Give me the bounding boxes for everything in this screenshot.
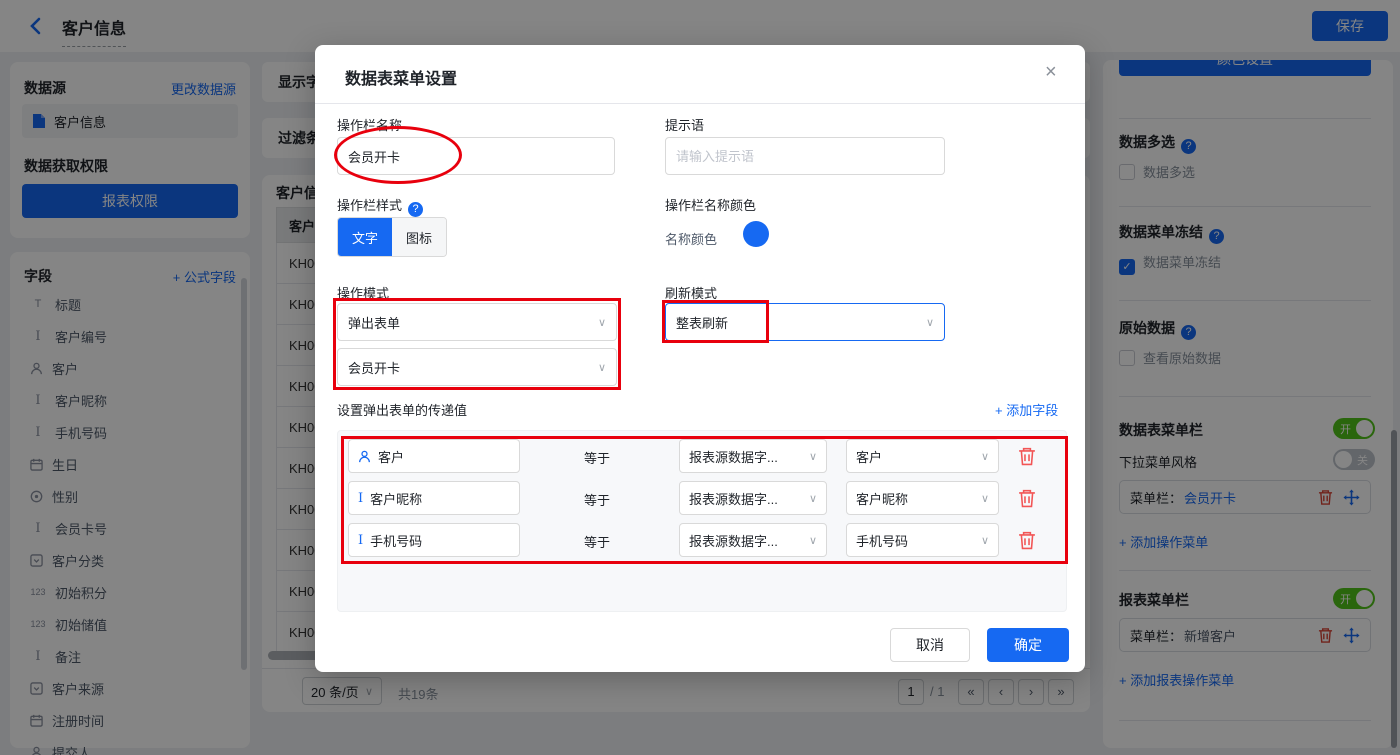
select-value: 报表源数据字... [689,449,778,465]
add-field-link[interactable]: + 添加字段 [995,400,1058,419]
select-value: 客户昵称 [856,491,909,507]
tip-label: 提示语 [665,118,705,133]
select-value: 整表刷新 [676,315,729,331]
chevron-down-icon: ∨ [980,534,989,547]
modal-title: 数据表菜单设置 [345,71,458,88]
chevron-down-icon: ∨ [597,316,606,329]
chevron-down-icon: ∨ [925,316,934,329]
pass-field-label: 客户 [378,449,405,465]
pass-values-panel: 客户 等于 报表源数据字... ∨ 客户 ∨ I 客户昵称 等于 报表源数据字...… [337,430,1067,612]
tip-input[interactable] [665,137,945,175]
trash-icon[interactable] [1018,530,1036,550]
pass-field-nickname[interactable]: I 客户昵称 [348,481,520,515]
pass-target-select[interactable]: 客户 ∨ [846,439,999,473]
refresh-mode-label: 刷新模式 [665,286,718,301]
pass-source-select[interactable]: 报表源数据字... ∨ [679,481,827,515]
table-menu-settings-modal: 数据表菜单设置 × 操作栏名称 提示语 操作栏样式? 文字 图标 操作栏名称颜色… [315,45,1085,672]
action-mode-select[interactable]: 弹出表单 ∨ [337,303,617,341]
cancel-button[interactable]: 取消 [890,628,970,662]
action-bar-style-label: 操作栏样式? [337,195,424,217]
style-option-icon[interactable]: 图标 [392,218,446,256]
action-mode-label: 操作模式 [337,286,390,301]
equals-label: 等于 [584,535,611,550]
chevron-down-icon: ∨ [808,450,817,463]
screen: 客户信息 保存 数据源 更改数据源 客户信息 数据获取权限 报表权限 字段 + … [0,0,1400,755]
equals-label: 等于 [584,451,611,466]
select-value: 会员开卡 [348,360,401,376]
person-icon [359,450,370,462]
close-icon[interactable]: × [1045,61,1057,84]
pass-field-label: 手机号码 [370,533,423,549]
pass-field-phone[interactable]: I 手机号码 [348,523,520,557]
text-field-icon: I [358,490,364,506]
label-text: 操作栏样式 [337,198,403,213]
trash-icon[interactable] [1018,488,1036,508]
pass-values-label: 设置弹出表单的传递值 [337,403,468,418]
color-swatch[interactable] [743,221,769,247]
pass-field-label: 客户昵称 [370,491,423,507]
trash-icon[interactable] [1018,446,1036,466]
ok-button[interactable]: 确定 [987,628,1069,662]
pass-target-select[interactable]: 客户昵称 ∨ [846,481,999,515]
chevron-down-icon: ∨ [808,534,817,547]
pass-source-select[interactable]: 报表源数据字... ∨ [679,439,827,473]
chevron-down-icon: ∨ [808,492,817,505]
pass-field-customer[interactable]: 客户 [348,439,520,473]
style-option-text[interactable]: 文字 [338,218,392,256]
action-bar-name-input[interactable] [337,137,615,175]
select-value: 报表源数据字... [689,491,778,507]
refresh-mode-select[interactable]: 整表刷新 ∨ [665,303,945,341]
chevron-down-icon: ∨ [980,450,989,463]
chevron-down-icon: ∨ [597,361,606,374]
select-value: 报表源数据字... [689,533,778,549]
action-bar-name-label: 操作栏名称 [337,118,403,133]
chevron-down-icon: ∨ [980,492,989,505]
style-segmented-control: 文字 图标 [337,217,447,257]
select-value: 手机号码 [856,533,909,549]
pass-target-select[interactable]: 手机号码 ∨ [846,523,999,557]
help-icon[interactable]: ? [408,202,424,217]
name-color-section-label: 操作栏名称颜色 [665,198,757,213]
text-field-icon: I [358,532,364,548]
select-value: 客户 [856,449,883,465]
name-color-label: 名称颜色 [665,232,718,247]
equals-label: 等于 [584,493,611,508]
select-value: 弹出表单 [348,315,401,331]
pass-source-select[interactable]: 报表源数据字... ∨ [679,523,827,557]
action-form-select[interactable]: 会员开卡 ∨ [337,348,617,386]
